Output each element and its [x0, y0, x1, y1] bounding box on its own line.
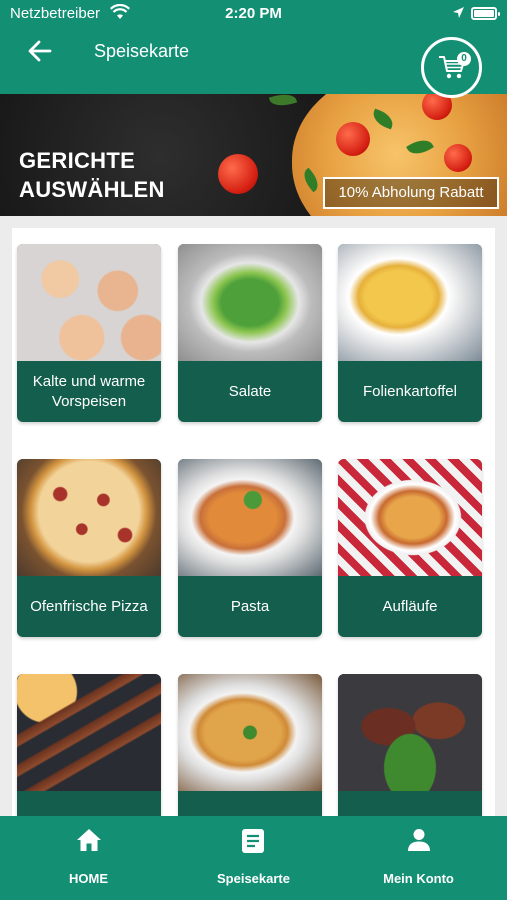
category-label — [338, 791, 482, 816]
nav-speisekarte[interactable]: Speisekarte — [169, 816, 338, 900]
back-button[interactable] — [24, 36, 56, 66]
menu-list-icon — [242, 829, 264, 853]
nav-mein-konto[interactable]: Mein Konto — [334, 816, 503, 900]
category-tile-pasta[interactable]: Pasta — [178, 459, 322, 637]
category-image — [178, 459, 322, 576]
category-image — [17, 459, 161, 576]
category-image — [178, 244, 322, 361]
category-tile-salate[interactable]: Salate — [178, 244, 322, 422]
category-tile-vorspeisen[interactable]: Kalte und warme Vorspeisen — [17, 244, 161, 422]
category-image — [17, 244, 161, 361]
cart-count-badge: 0 — [457, 52, 471, 66]
category-label: Pasta — [230, 597, 270, 615]
category-label: Aufläufe — [382, 597, 438, 615]
category-label: Kalte und warme Vorspeisen — [32, 372, 146, 410]
category-image — [338, 459, 482, 576]
category-image — [178, 674, 322, 791]
category-image — [338, 674, 482, 791]
category-tile-auflaeufe[interactable]: Aufläufe — [338, 459, 482, 637]
home-icon — [77, 829, 101, 851]
category-image — [17, 674, 161, 791]
status-bar: Netzbetreiber 2:20 PM — [0, 0, 507, 28]
banner-title: GERICHTE AUSWÄHLEN — [19, 148, 165, 202]
cart-button[interactable]: 0 — [421, 37, 482, 98]
category-tile-schnitzel[interactable] — [178, 674, 322, 816]
nav-speisekarte-label: Speisekarte — [217, 871, 290, 886]
category-label: Salate — [228, 382, 272, 400]
promo-banner: GERICHTE AUSWÄHLEN 10% Abholung Rabatt — [0, 94, 507, 216]
category-tile-grill[interactable] — [17, 674, 161, 816]
nav-mein-konto-label: Mein Konto — [383, 871, 454, 886]
clock: 2:20 PM — [225, 5, 282, 22]
location-arrow-icon — [452, 6, 465, 23]
category-label — [17, 791, 161, 816]
battery-icon — [471, 7, 500, 20]
category-tile-pizza[interactable]: Ofenfrische Pizza — [17, 459, 161, 637]
nav-home-label: HOME — [69, 871, 108, 886]
category-tile-grillteller[interactable] — [338, 674, 482, 816]
nav-home[interactable]: HOME — [4, 816, 173, 900]
banner-tomato — [218, 154, 258, 194]
bottom-navigation: HOME Speisekarte Mein Konto — [0, 816, 507, 900]
user-icon — [408, 829, 430, 851]
category-grid: Kalte und warme Vorspeisen Salate Folien… — [0, 216, 507, 816]
page-title: Speisekarte — [94, 41, 190, 61]
category-label — [178, 791, 322, 816]
category-tile-folienkartoffel[interactable]: Folienkartoffel — [338, 244, 482, 422]
category-image — [338, 244, 482, 361]
category-label: Ofenfrische Pizza — [30, 597, 148, 615]
discount-badge: 10% Abholung Rabatt — [323, 177, 499, 209]
category-label: Folienkartoffel — [363, 382, 457, 400]
